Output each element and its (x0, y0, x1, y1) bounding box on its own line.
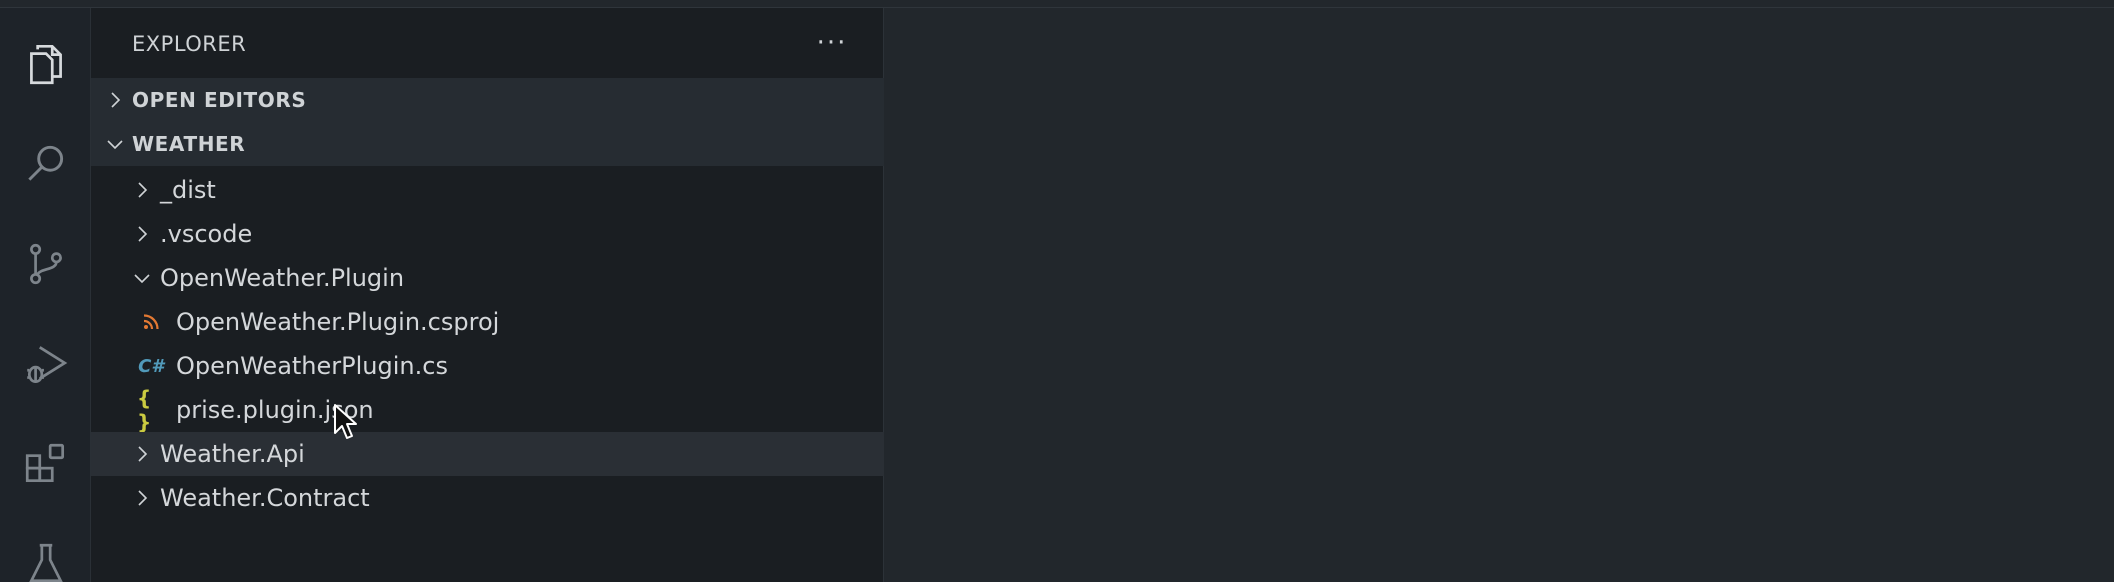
tree-folder-weather-contract[interactable]: Weather.Contract (91, 476, 884, 520)
open-editors-section[interactable]: OPEN EDITORS (91, 78, 884, 122)
chevron-right-icon (138, 226, 148, 242)
explorer-title: EXPLORER (132, 32, 247, 56)
tree-folder-dist[interactable]: _dist (91, 168, 884, 212)
explorer-header: EXPLORER ··· (91, 8, 884, 78)
tree-item-label: Weather.Api (160, 440, 305, 468)
tree-item-label: _dist (160, 176, 216, 204)
chevron-down-icon (107, 140, 123, 150)
tree-item-label: Weather.Contract (160, 484, 370, 512)
more-actions-button[interactable]: ··· (812, 26, 852, 60)
tree-item-label: OpenWeather.Plugin (160, 264, 405, 292)
activity-bar (0, 8, 91, 582)
mouse-pointer-icon (334, 404, 357, 439)
tree-item-label: .vscode (160, 220, 253, 248)
search-icon[interactable] (0, 124, 91, 204)
rss-icon (137, 308, 165, 336)
extensions-icon[interactable] (0, 424, 91, 504)
tree-file-json[interactable]: { } prise.plugin.json (91, 386, 884, 434)
tree-item-label: OpenWeather.Plugin.csproj (176, 308, 500, 336)
workspace-section[interactable]: WEATHER (91, 122, 884, 166)
chevron-right-icon (111, 92, 121, 108)
json-icon: { } (137, 386, 152, 434)
csharp-icon: C# (138, 355, 164, 377)
tree-folder-weather-api[interactable]: Weather.Api (91, 432, 884, 476)
chevron-right-icon (138, 490, 148, 506)
tree-item-label: OpenWeatherPlugin.cs (176, 352, 448, 380)
source-control-icon[interactable] (0, 224, 91, 304)
workspace-label: WEATHER (132, 132, 246, 156)
run-debug-icon[interactable] (0, 324, 91, 404)
open-editors-label: OPEN EDITORS (132, 88, 307, 112)
chevron-right-icon (138, 182, 148, 198)
chevron-right-icon (138, 446, 148, 462)
editor-area[interactable] (884, 8, 2114, 582)
title-strip (0, 0, 2114, 8)
tree-folder-vscode[interactable]: .vscode (91, 212, 884, 256)
chevron-down-icon (134, 274, 150, 284)
explorer-icon[interactable] (0, 24, 91, 104)
tree-file-csproj[interactable]: OpenWeather.Plugin.csproj (91, 300, 884, 344)
testing-icon[interactable] (0, 524, 91, 582)
explorer-sidebar: EXPLORER ··· OPEN EDITORS WEATHER _dist … (91, 8, 884, 582)
tree-file-cs[interactable]: C# OpenWeatherPlugin.cs (91, 344, 884, 388)
tree-folder-openweather-plugin[interactable]: OpenWeather.Plugin (91, 256, 884, 300)
